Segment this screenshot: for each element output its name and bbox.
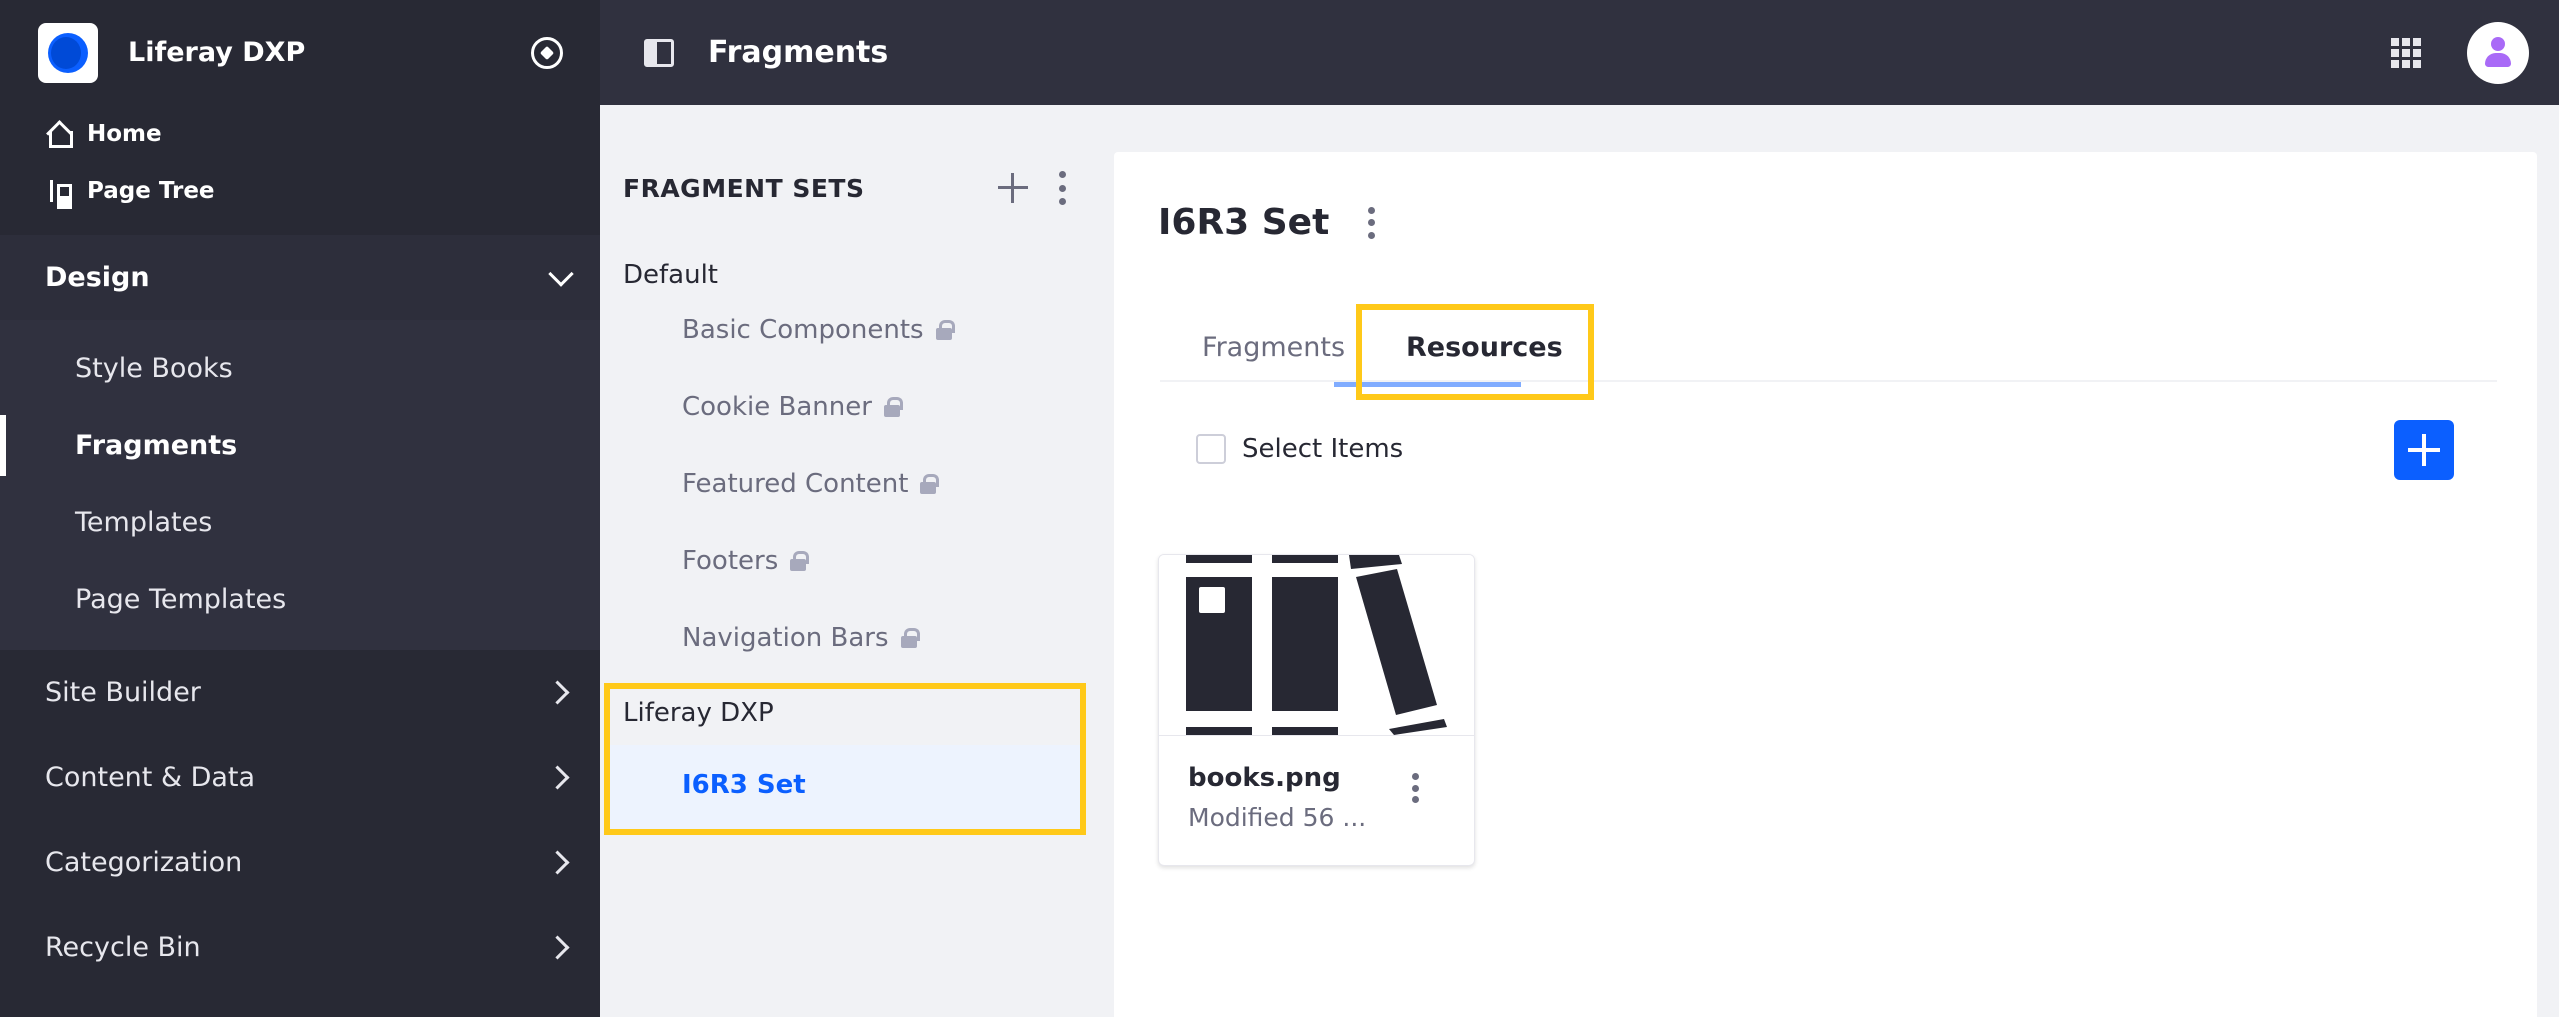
- toggle-sidebar-icon[interactable]: [644, 38, 674, 67]
- sidebar-item-label: Page Templates: [75, 584, 287, 615]
- set-options-icon[interactable]: [1367, 206, 1375, 239]
- home-icon: [45, 121, 73, 148]
- lock-icon: [920, 474, 940, 494]
- tab-fragments[interactable]: Fragments: [1202, 332, 1345, 363]
- add-set-icon[interactable]: [998, 173, 1028, 203]
- section-label: Design: [45, 262, 150, 293]
- sidebar-item-fragments[interactable]: Fragments: [0, 407, 600, 484]
- section-label: Recycle Bin: [45, 932, 201, 963]
- sidebar-item-page-templates[interactable]: Page Templates: [0, 561, 600, 638]
- design-section: Design Style Books Fragments Templates P…: [0, 235, 600, 650]
- management-toolbar: Select Items: [1196, 434, 1403, 464]
- set-item-label: Navigation Bars: [682, 623, 889, 653]
- sidebar-item-label: Page Tree: [87, 177, 215, 204]
- user-avatar[interactable]: [2467, 21, 2529, 84]
- set-item-basic-components[interactable]: Basic Components: [682, 315, 955, 345]
- select-items-label: Select Items: [1242, 434, 1404, 464]
- liferay-logo[interactable]: [38, 22, 98, 83]
- product-menu: Liferay DXP Home Page Tree Design Style …: [0, 0, 600, 1017]
- page-tree-icon: [45, 178, 72, 204]
- sidebar-item-style-books[interactable]: Style Books: [0, 330, 600, 407]
- chevron-right-icon: [545, 850, 570, 875]
- set-group-default: Default: [623, 260, 718, 290]
- chevron-right-icon: [545, 680, 570, 705]
- fragment-sets-header: FRAGMENT SETS: [623, 163, 1066, 213]
- add-resource-button[interactable]: [2394, 420, 2454, 480]
- sidebar-item-label: Home: [87, 120, 162, 147]
- books-image: [1186, 555, 1447, 735]
- section-label: Categorization: [45, 847, 243, 878]
- section-label: Content & Data: [45, 762, 256, 793]
- fragment-sets-title: FRAGMENT SETS: [623, 173, 865, 203]
- resource-options-icon[interactable]: [1411, 773, 1419, 803]
- section-label: Site Builder: [45, 677, 201, 708]
- sidebar-item-templates[interactable]: Templates: [0, 484, 600, 561]
- page-title: Fragments: [708, 35, 889, 70]
- highlight-box: [1356, 304, 1594, 400]
- compass-icon[interactable]: [531, 36, 563, 69]
- sidebar-section-recycle-bin[interactable]: Recycle Bin: [0, 905, 600, 990]
- set-item-label: Basic Components: [682, 315, 924, 345]
- apps-grid-icon[interactable]: [2391, 37, 2421, 68]
- lock-icon: [900, 628, 920, 648]
- sidebar-item-label: Templates: [75, 507, 213, 538]
- select-all-checkbox[interactable]: [1196, 434, 1226, 464]
- highlight-box: [604, 683, 1086, 835]
- sets-options-icon[interactable]: [1058, 171, 1066, 205]
- set-title: I6R3 Set: [1158, 202, 1330, 243]
- resource-modified: Modified 56 ...: [1188, 803, 1367, 832]
- lock-icon: [935, 320, 955, 340]
- sidebar-item-label: Fragments: [75, 430, 238, 461]
- set-item-footers[interactable]: Footers: [682, 546, 810, 576]
- set-item-cookie-banner[interactable]: Cookie Banner: [682, 392, 903, 422]
- sidebar-section-site-builder[interactable]: Site Builder: [0, 650, 600, 735]
- sidebar-section-categorization[interactable]: Categorization: [0, 820, 600, 905]
- set-item-label: Featured Content: [682, 469, 909, 499]
- set-item-label: Cookie Banner: [682, 392, 872, 422]
- resource-thumbnail: [1159, 555, 1474, 735]
- resource-card[interactable]: books.png Modified 56 ...: [1158, 554, 1475, 866]
- chevron-right-icon: [545, 935, 570, 960]
- sidebar-item-page-tree[interactable]: Page Tree: [0, 162, 600, 219]
- product-name: Liferay DXP: [128, 37, 306, 68]
- set-content-card: I6R3 Set Fragments Resources Select Item…: [1114, 152, 2537, 1017]
- control-menu: Fragments: [600, 0, 2559, 105]
- chevron-down-icon: [548, 260, 574, 287]
- set-item-navigation-bars[interactable]: Navigation Bars: [682, 623, 920, 653]
- resource-name: books.png: [1188, 763, 1341, 793]
- chevron-right-icon: [545, 765, 570, 790]
- sidebar-item-label: Style Books: [75, 353, 233, 384]
- set-item-featured-content[interactable]: Featured Content: [682, 469, 940, 499]
- lock-icon: [790, 551, 810, 571]
- sidebar-section-content-data[interactable]: Content & Data: [0, 735, 600, 820]
- set-header: I6R3 Set: [1158, 202, 1375, 243]
- fragment-sets-panel: FRAGMENT SETS Default Basic Components C…: [600, 105, 1086, 1017]
- product-menu-header: Liferay DXP: [0, 0, 600, 105]
- lock-icon: [883, 397, 903, 417]
- sidebar-item-home[interactable]: Home: [0, 105, 600, 162]
- design-section-toggle[interactable]: Design: [0, 235, 600, 320]
- set-item-label: Footers: [682, 546, 779, 576]
